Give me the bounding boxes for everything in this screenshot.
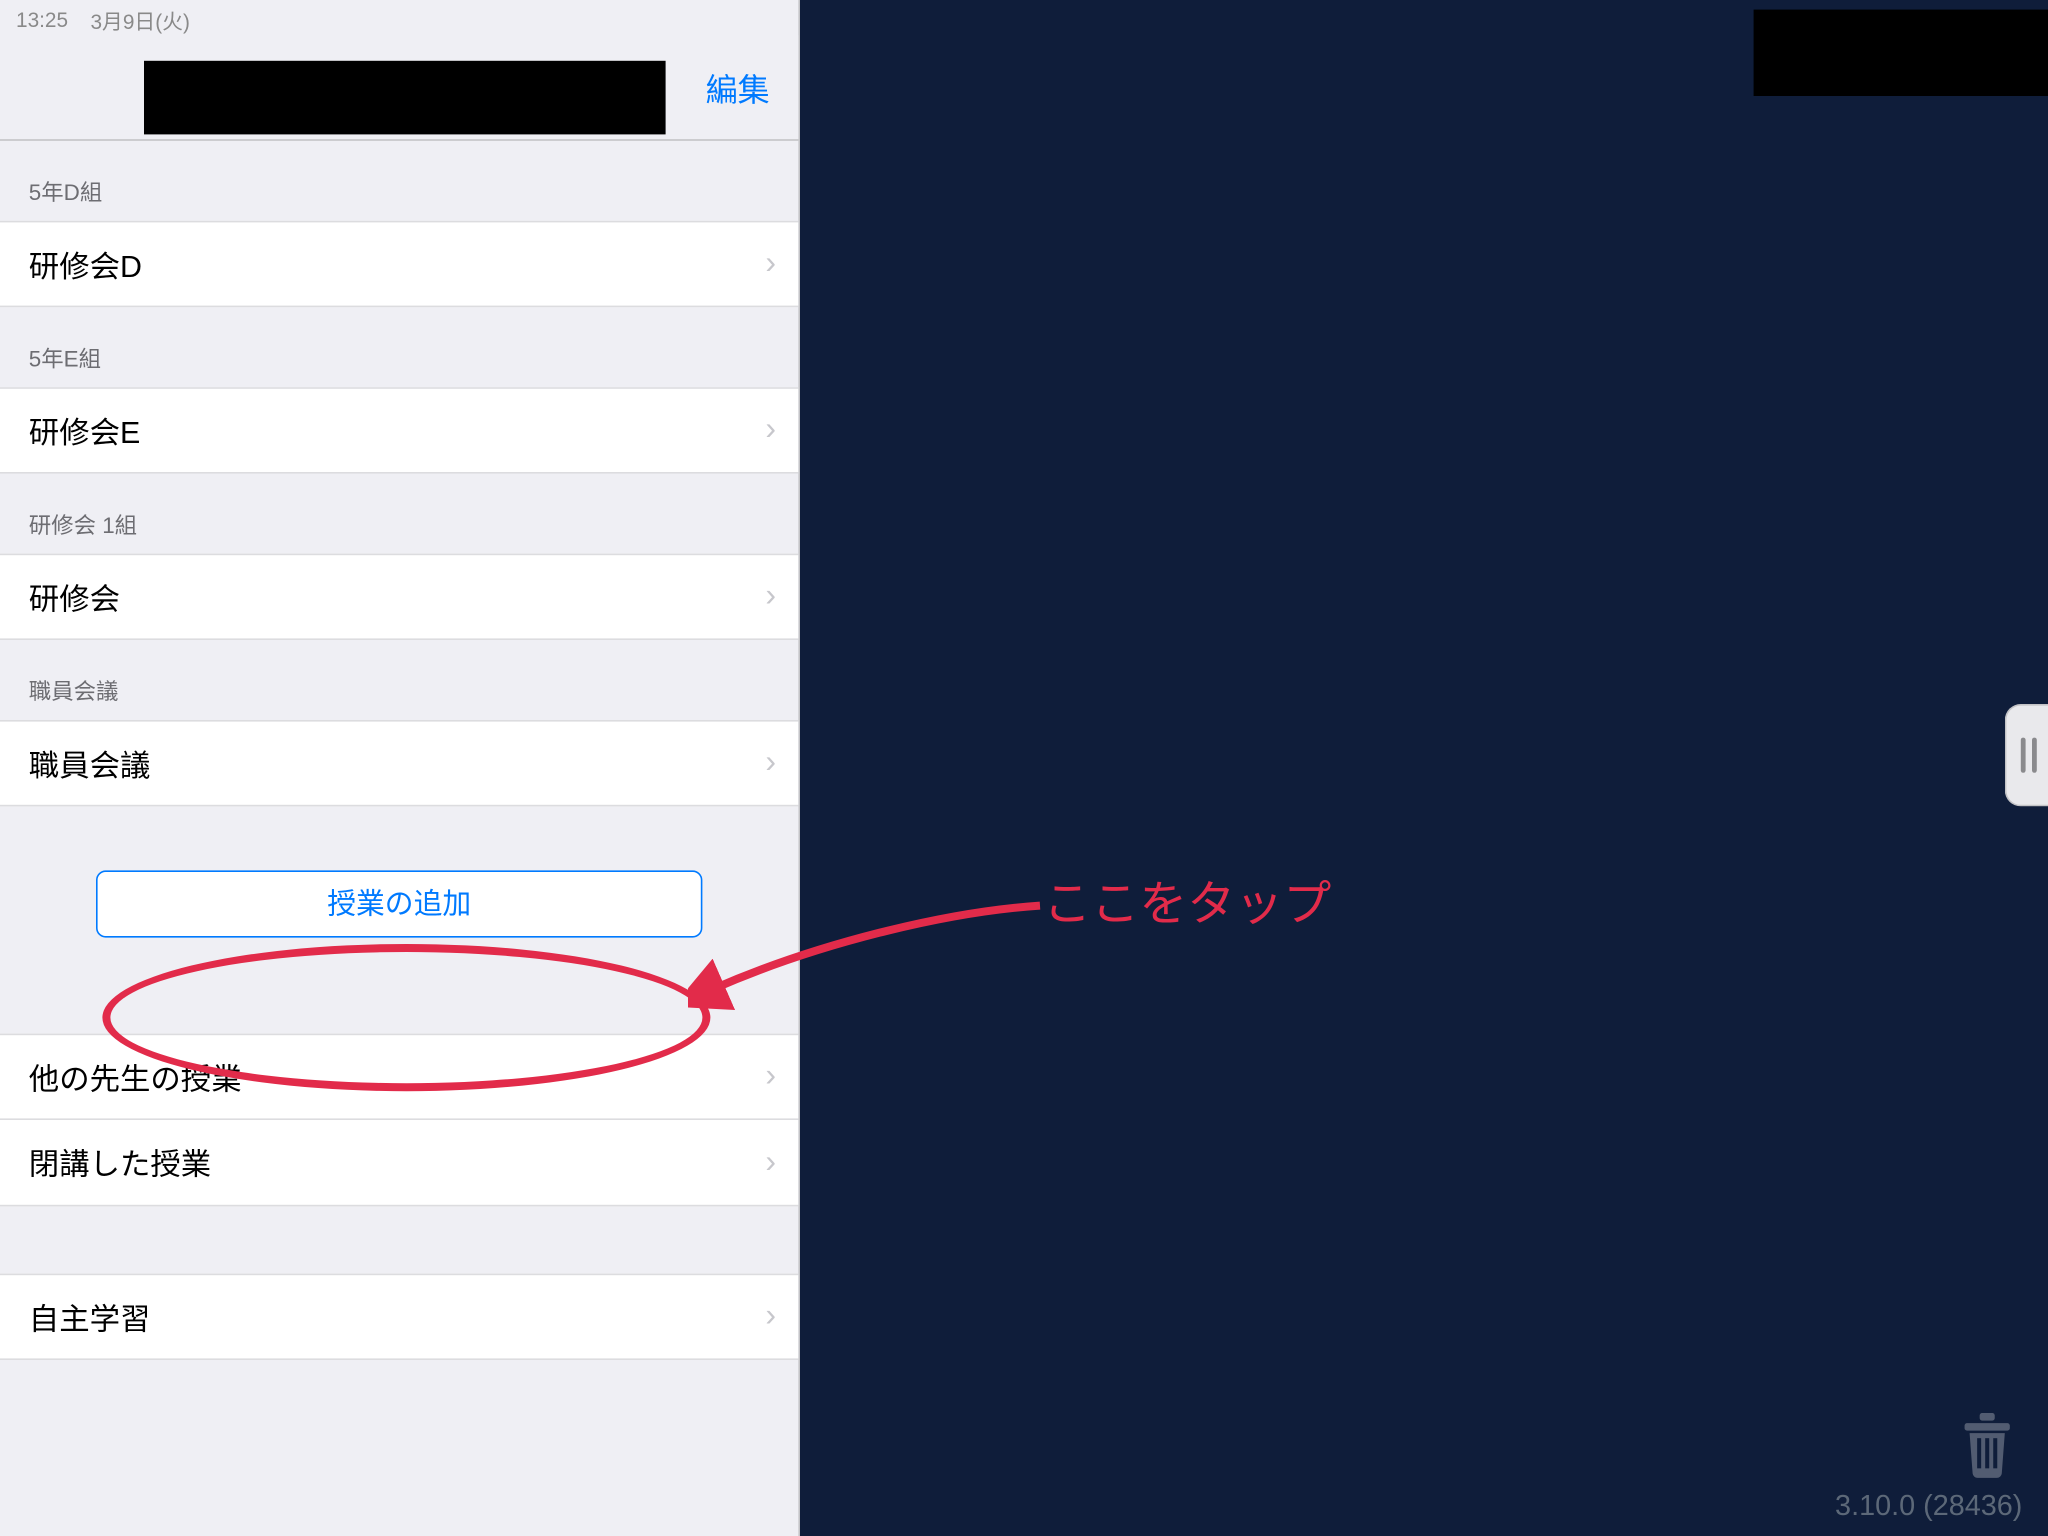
side-handle[interactable]	[2005, 704, 2048, 806]
list-item[interactable]: 研修会 ›	[0, 554, 798, 640]
list-item-closed[interactable]: 閉講した授業 ›	[0, 1120, 798, 1206]
list-item-label: 閉講した授業	[29, 1141, 211, 1184]
chevron-right-icon: ›	[765, 246, 776, 283]
section-header: 職員会議	[0, 640, 798, 720]
chevron-right-icon: ›	[765, 1298, 776, 1335]
sidebar: 13:25 3月9日(火) 編集 5年D組 研修会D › 5年E組 研修会E ›…	[0, 0, 800, 1536]
list-item-selfstudy[interactable]: 自主学習 ›	[0, 1274, 798, 1360]
chevron-right-icon: ›	[765, 1058, 776, 1095]
list-item[interactable]: 研修会E ›	[0, 387, 798, 473]
version-label: 3.10.0 (28436)	[1835, 1490, 2022, 1524]
edit-button[interactable]: 編集	[706, 64, 770, 110]
list-item-label: 研修会	[29, 575, 120, 618]
trash-icon[interactable]	[1955, 1408, 2019, 1478]
nav-bar: 編集	[0, 35, 798, 141]
section-header: 5年E組	[0, 307, 798, 387]
list-item-others[interactable]: 他の先生の授業 ›	[0, 1034, 798, 1120]
section-header: 研修会 1組	[0, 474, 798, 554]
chevron-right-icon: ›	[765, 578, 776, 615]
redacted-block-right	[1754, 10, 2048, 96]
redacted-title	[144, 61, 666, 135]
list-item-label: 他の先生の授業	[29, 1055, 242, 1098]
status-bar: 13:25 3月9日(火)	[0, 0, 798, 35]
status-time: 13:25	[16, 7, 68, 31]
list-item-label: 自主学習	[29, 1295, 151, 1338]
class-list: 5年D組 研修会D › 5年E組 研修会E › 研修会 1組 研修会 › 職員会…	[0, 141, 798, 1536]
add-class-section: 授業の追加	[0, 806, 798, 1033]
list-item[interactable]: 職員会議 ›	[0, 720, 798, 806]
list-item-label: 研修会E	[29, 409, 141, 452]
content-pane: 3.10.0 (28436)	[800, 0, 2048, 1536]
status-date: 3月9日(火)	[90, 4, 189, 34]
list-item-label: 職員会議	[29, 742, 151, 785]
list-item[interactable]: 研修会D ›	[0, 221, 798, 307]
chevron-right-icon: ›	[765, 745, 776, 782]
annotation-text: ここをタップ	[1043, 864, 1331, 934]
chevron-right-icon: ›	[765, 1144, 776, 1181]
add-class-button[interactable]: 授業の追加	[96, 870, 702, 937]
section-header: 5年D組	[0, 141, 798, 221]
chevron-right-icon: ›	[765, 412, 776, 449]
list-item-label: 研修会D	[29, 242, 142, 285]
